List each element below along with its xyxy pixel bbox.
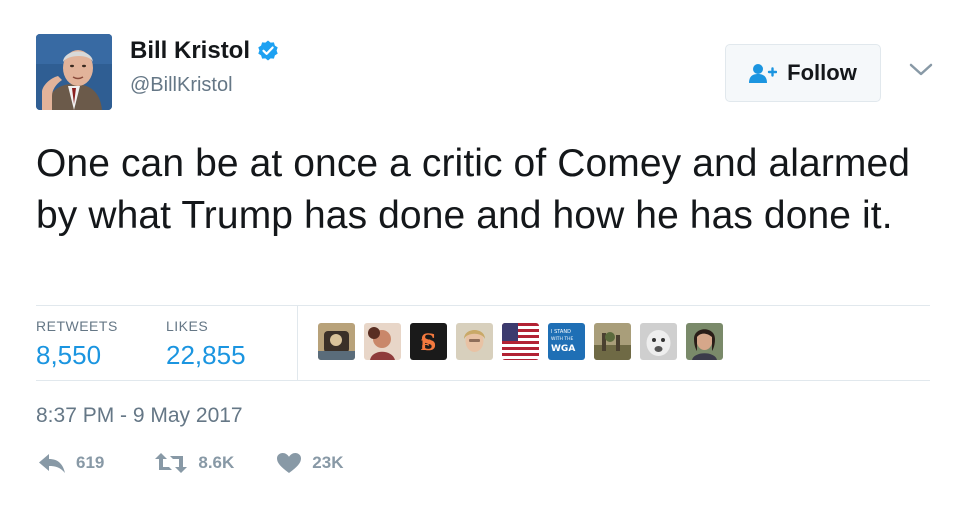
liker-avatar-wga[interactable]: I STAND WITH THE WGA — [548, 323, 585, 360]
reply-button[interactable]: 619 — [38, 452, 104, 474]
like-button[interactable]: 23K — [276, 452, 343, 474]
svg-text:WITH THE: WITH THE — [551, 336, 573, 342]
author-avatar[interactable] — [36, 34, 112, 110]
liker-avatar-9[interactable] — [686, 323, 723, 360]
likers-avatars: SF I STAND WITH THE WGA — [318, 323, 723, 360]
liker-avatar-2[interactable] — [364, 323, 401, 360]
retweets-value: 8,550 — [36, 340, 102, 370]
reply-count: 619 — [76, 453, 105, 472]
liker-avatar-giants-logo[interactable]: SF — [410, 323, 447, 360]
chevron-down-icon[interactable] — [908, 62, 934, 78]
verified-badge-icon — [258, 40, 278, 61]
svg-text:I STAND: I STAND — [551, 329, 571, 335]
author-handle[interactable]: @BillKristol — [130, 74, 280, 97]
follow-button-label: Follow — [787, 60, 857, 85]
retweets-label: RETWEETS — [36, 318, 118, 334]
reply-icon — [39, 454, 65, 473]
like-count: 23K — [312, 453, 344, 472]
follow-button[interactable]: Follow — [725, 44, 881, 102]
likes-value: 22,855 — [166, 340, 246, 370]
stats-vertical-divider — [297, 306, 298, 380]
retweet-icon — [155, 453, 188, 473]
tweet-text: One can be at once a critic of Comey and… — [36, 142, 911, 237]
tweet-timestamp[interactable]: 8:37 PM - 9 May 2017 — [36, 404, 243, 428]
retweet-count: 8.6K — [198, 453, 235, 472]
liker-avatar-7[interactable] — [594, 323, 631, 360]
author-avatar-image — [36, 34, 112, 110]
svg-text:WGA: WGA — [551, 344, 575, 354]
stats-divider-bottom — [36, 380, 930, 381]
author-block: Bill Kristol @BillKristol — [130, 36, 280, 97]
liker-avatar-4[interactable] — [456, 323, 493, 360]
liker-avatar-us-flag[interactable] — [502, 323, 539, 360]
stats-divider-top — [36, 305, 930, 306]
tweet-actions: 619 8.6K 23K — [38, 452, 343, 474]
add-person-icon — [749, 64, 778, 83]
author-name[interactable]: Bill Kristol — [130, 36, 250, 66]
svg-text:F: F — [421, 338, 431, 354]
author-name-row[interactable]: Bill Kristol — [130, 36, 280, 66]
retweet-button[interactable]: 8.6K — [154, 452, 234, 474]
liker-avatar-1[interactable] — [318, 323, 355, 360]
likes-stat[interactable]: LIKES 22,855 — [166, 318, 246, 371]
heart-icon — [277, 453, 302, 473]
retweets-stat[interactable]: RETWEETS 8,550 — [36, 318, 118, 371]
liker-avatar-8[interactable] — [640, 323, 677, 360]
likes-label: LIKES — [166, 318, 209, 334]
